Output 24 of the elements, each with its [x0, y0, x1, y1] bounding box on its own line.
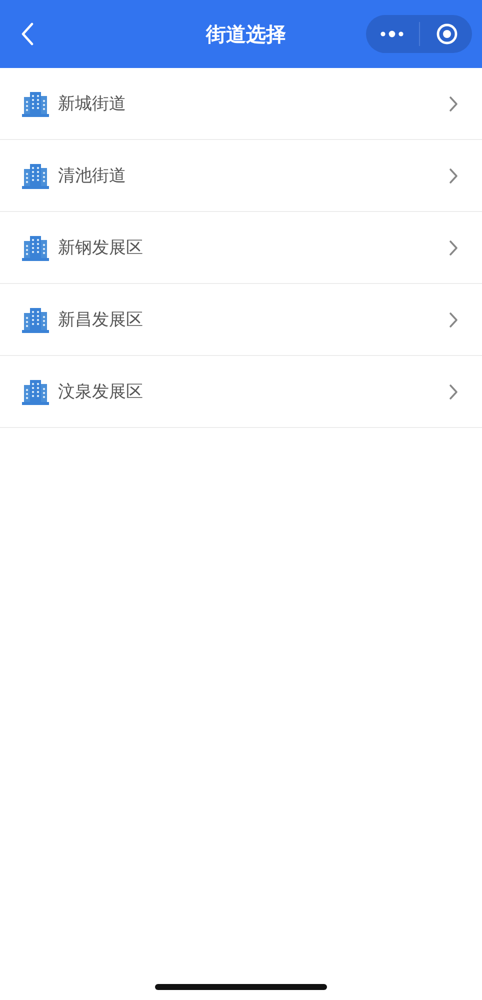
street-item[interactable]: 汶泉发展区	[0, 356, 482, 428]
building-icon	[22, 306, 49, 332]
page-title: 街道选择	[206, 20, 286, 48]
more-icon[interactable]	[380, 30, 404, 38]
street-item[interactable]: 新城街道	[0, 68, 482, 140]
street-name: 新城街道	[58, 93, 126, 115]
street-item[interactable]: 新钢发展区	[0, 212, 482, 284]
street-name: 清池街道	[58, 165, 126, 187]
close-icon[interactable]	[436, 23, 458, 45]
chevron-icon	[449, 312, 458, 328]
street-item[interactable]: 新昌发展区	[0, 284, 482, 356]
building-icon	[22, 378, 49, 404]
building-icon	[22, 162, 49, 188]
chevron-icon	[449, 96, 458, 112]
street-name: 新钢发展区	[58, 237, 143, 259]
chevron-icon	[449, 384, 458, 400]
street-name: 汶泉发展区	[58, 381, 143, 403]
street-item[interactable]: 清池街道	[0, 140, 482, 212]
building-icon	[22, 234, 49, 260]
back-icon[interactable]	[20, 22, 34, 46]
building-icon	[22, 90, 49, 116]
chevron-icon	[449, 240, 458, 256]
chevron-icon	[449, 168, 458, 184]
street-name: 新昌发展区	[58, 309, 143, 331]
